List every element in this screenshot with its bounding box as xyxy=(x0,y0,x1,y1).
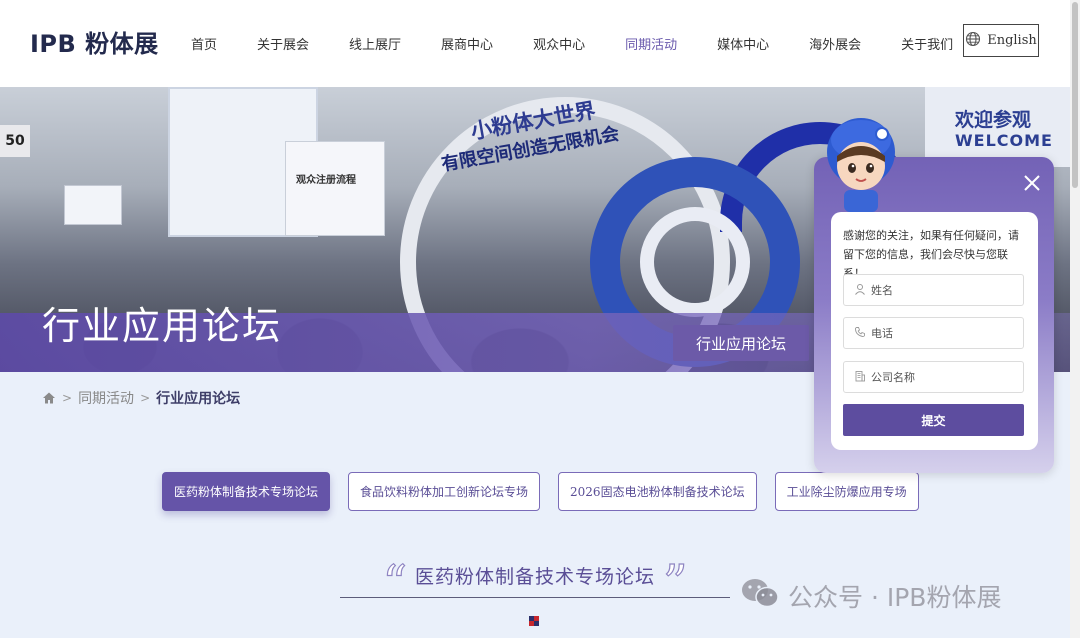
page-scrollbar[interactable] xyxy=(1070,0,1080,638)
nav-item-about-exhibition[interactable]: 关于展会 xyxy=(237,34,329,53)
section-title: 医药粉体制备技术专场论坛 xyxy=(414,565,655,588)
nav-item-overseas-exhibitions[interactable]: 海外展会 xyxy=(789,34,881,53)
close-icon[interactable] xyxy=(1022,173,1042,193)
tab-food-beverage[interactable]: 食品饮料粉体加工创新论坛专场 xyxy=(348,472,541,511)
language-label: English xyxy=(987,33,1037,48)
nav-item-about-us[interactable]: 关于我们 xyxy=(881,34,973,53)
scrollbar-thumb[interactable] xyxy=(1072,2,1078,188)
wechat-watermark: 公众号 · IPB粉体展 xyxy=(740,576,1001,616)
breadcrumb-item-concurrent-events[interactable]: 同期活动 xyxy=(78,388,134,408)
photo-registration-poster xyxy=(285,141,385,236)
phone-icon xyxy=(854,326,866,341)
photo-welcome-en: WELCOME xyxy=(955,131,1053,150)
home-icon[interactable] xyxy=(42,391,56,405)
nav-item-online-hall[interactable]: 线上展厅 xyxy=(329,34,421,53)
nav-item-media-center[interactable]: 媒体中心 xyxy=(697,34,789,53)
breadcrumb: > 同期活动 > 行业应用论坛 xyxy=(42,388,240,408)
nav-item-concurrent-events[interactable]: 同期活动 xyxy=(605,34,697,53)
company-field[interactable]: 公司名称 xyxy=(843,361,1024,393)
name-field[interactable]: 姓名 xyxy=(843,274,1024,306)
photo-welcome-cn: 欢迎参观 xyxy=(955,109,1032,131)
user-icon xyxy=(854,283,866,298)
site-header: IPB 粉体展 首页 关于展会 线上展厅 展商中心 观众中心 同期活动 媒体中心… xyxy=(0,0,1070,87)
nav-item-home[interactable]: 首页 xyxy=(171,34,237,53)
photo-poster-title: 观众注册流程 xyxy=(296,175,356,186)
nav-item-exhibitor-center[interactable]: 展商中心 xyxy=(421,34,513,53)
open-quote-icon: “ xyxy=(382,555,408,611)
close-quote-icon: ” xyxy=(662,555,688,611)
wechat-icon xyxy=(740,576,780,616)
phone-field-placeholder: 电话 xyxy=(871,327,893,340)
mascot-avatar xyxy=(822,112,900,212)
main-nav: 首页 关于展会 线上展厅 展商中心 观众中心 同期活动 媒体中心 海外展会 关于… xyxy=(171,0,973,87)
nav-item-visitor-center[interactable]: 观众中心 xyxy=(513,34,605,53)
name-field-placeholder: 姓名 xyxy=(871,284,893,297)
breadcrumb-separator: > xyxy=(140,391,151,405)
photo-white-ring xyxy=(640,207,750,317)
photo-sign-number: 50 xyxy=(0,125,30,157)
section-heading: “ 医药粉体制备技术专场论坛 ” xyxy=(340,553,730,608)
phone-field[interactable]: 电话 xyxy=(843,317,1024,349)
decorative-mark-icon xyxy=(529,616,539,626)
breadcrumb-separator: > xyxy=(62,391,73,405)
globe-icon xyxy=(965,31,981,51)
company-field-placeholder: 公司名称 xyxy=(871,371,915,384)
building-icon xyxy=(854,370,866,385)
site-logo[interactable]: IPB 粉体展 xyxy=(30,24,159,59)
tab-solid-state-battery[interactable]: 2026固态电池粉体制备技术论坛 xyxy=(558,472,757,511)
photo-poster-small xyxy=(64,185,122,225)
tab-pharma-powder[interactable]: 医药粉体制备技术专场论坛 xyxy=(162,472,331,511)
breadcrumb-current: 行业应用论坛 xyxy=(156,391,241,407)
forum-tabs: 医药粉体制备技术专场论坛 食品饮料粉体加工创新论坛专场 2026固态电池粉体制备… xyxy=(162,472,919,511)
submit-button[interactable]: 提交 xyxy=(843,404,1024,436)
language-button[interactable]: English xyxy=(963,24,1039,57)
banner-title: 行业应用论坛 xyxy=(42,304,283,348)
banner-tag: 行业应用论坛 xyxy=(673,325,809,361)
tab-dust-explosion[interactable]: 工业除尘防爆应用专场 xyxy=(774,472,919,511)
watermark-text: 公众号 · IPB粉体展 xyxy=(788,583,1002,612)
